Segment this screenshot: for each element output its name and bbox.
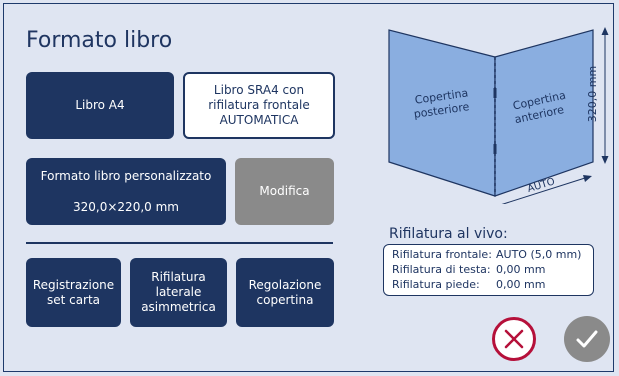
asimmetrica-line2: laterale bbox=[155, 285, 202, 299]
height-arrow-top bbox=[601, 27, 609, 35]
close-icon bbox=[504, 329, 524, 349]
custom-format-button[interactable]: Formato libro personalizzato 320,0×220,0… bbox=[26, 158, 226, 225]
asimmetrica-line3: asimmetrica bbox=[141, 300, 216, 314]
custom-format-size: 320,0×220,0 mm bbox=[73, 199, 179, 214]
registrazione-line2: set carta bbox=[46, 292, 101, 307]
sra4-label-line3: AUTOMATICA bbox=[219, 113, 299, 127]
cancel-button[interactable] bbox=[492, 317, 536, 361]
confirm-button[interactable] bbox=[564, 316, 610, 362]
libro-a4-label: Libro A4 bbox=[75, 98, 125, 112]
rifilatura-label: Rifilatura di testa: bbox=[392, 263, 491, 276]
height-dimension-label: 320,0 mm bbox=[586, 66, 599, 122]
book-illustration: Copertina posteriore Copertina anteriore… bbox=[388, 27, 609, 204]
sra4-label-line1: Libro SRA4 con bbox=[213, 83, 305, 97]
libro-sra4-button[interactable]: Libro SRA4 con rifilatura frontale AUTOM… bbox=[183, 72, 335, 139]
registrazione-set-carta-button[interactable]: Registrazione set carta bbox=[26, 258, 121, 327]
rifilatura-asimmetrica-button[interactable]: Rifilatura laterale asimmetrica bbox=[130, 258, 227, 327]
checkmark-icon bbox=[576, 330, 598, 348]
rifilatura-label: Rifilatura frontale: bbox=[392, 248, 492, 261]
modifica-button[interactable]: Modifica bbox=[235, 158, 334, 225]
rifilatura-info-box: Rifilatura frontale: AUTO (5,0 mm) Rifil… bbox=[383, 244, 594, 296]
page-title: Formato libro bbox=[26, 28, 173, 53]
rifilatura-row-testa: Rifilatura di testa: 0,00 mm bbox=[392, 262, 585, 277]
regolazione-copertina-button[interactable]: Regolazione copertina bbox=[236, 258, 334, 327]
rifilatura-title: Rifilatura al vivo: bbox=[389, 226, 508, 242]
rifilatura-row-frontale: Rifilatura frontale: AUTO (5,0 mm) bbox=[392, 247, 585, 262]
rifilatura-value: AUTO (5,0 mm) bbox=[496, 248, 582, 261]
copertina-line1: Regolazione bbox=[248, 277, 322, 292]
rifilatura-value: 0,00 mm bbox=[496, 278, 546, 291]
libro-a4-button[interactable]: Libro A4 bbox=[26, 72, 174, 139]
custom-format-label: Formato libro personalizzato bbox=[40, 168, 212, 183]
spine-mark-top bbox=[493, 88, 497, 98]
rifilatura-value: 0,00 mm bbox=[496, 263, 546, 276]
copertina-line2: copertina bbox=[256, 292, 314, 307]
modifica-label: Modifica bbox=[259, 184, 310, 198]
width-arrow bbox=[583, 175, 592, 182]
rifilatura-label: Rifilatura piede: bbox=[392, 278, 480, 291]
asimmetrica-line1: Rifilatura bbox=[151, 270, 206, 284]
height-arrow-bottom bbox=[601, 156, 609, 164]
divider bbox=[26, 242, 333, 244]
dialog-frame: Formato libro Libro A4 Libro SRA4 con ri… bbox=[3, 3, 614, 372]
rifilatura-row-piede: Rifilatura piede: 0,00 mm bbox=[392, 277, 585, 292]
spine-mark-bottom bbox=[493, 144, 497, 154]
sra4-label-line2: rifilatura frontale bbox=[208, 98, 310, 112]
registrazione-line1: Registrazione bbox=[32, 277, 115, 292]
